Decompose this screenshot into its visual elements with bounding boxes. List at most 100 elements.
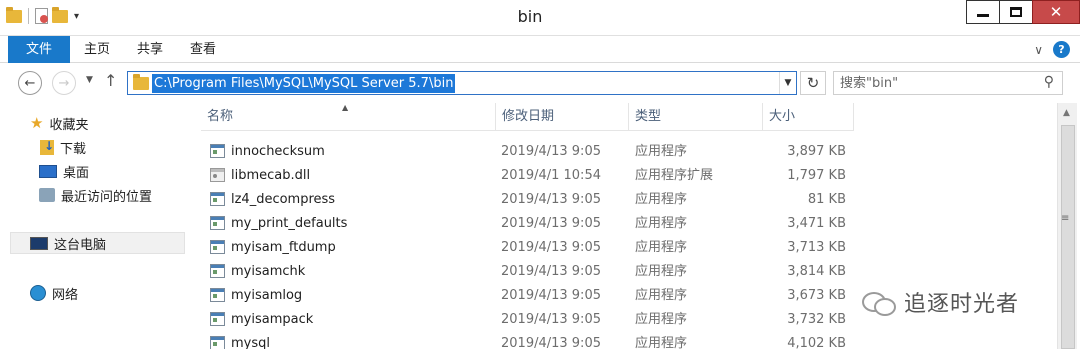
file-row[interactable]: mysql 2019/4/13 9:05 应用程序 4,102 KB: [187, 332, 1057, 349]
minimize-button[interactable]: [966, 0, 1000, 24]
file-size: 3,897 KB: [787, 144, 846, 159]
application-icon: [210, 144, 225, 158]
file-size: 81 KB: [807, 192, 846, 207]
file-size: 1,797 KB: [787, 168, 846, 183]
maximize-icon: [1010, 7, 1022, 17]
search-box[interactable]: ⚲: [833, 71, 1063, 95]
watermark: 追逐时光者: [862, 286, 1019, 318]
sidebar-item-downloads[interactable]: 下载: [40, 136, 86, 158]
file-type: 应用程序: [635, 312, 688, 327]
file-name: myisam_ftdump: [231, 240, 336, 255]
back-button[interactable]: ←: [18, 71, 42, 95]
refresh-button[interactable]: ↻: [800, 71, 826, 95]
column-header-date[interactable]: 修改日期: [496, 103, 629, 131]
star-icon: ★: [30, 113, 44, 132]
search-icon[interactable]: ⚲: [1044, 74, 1054, 90]
close-icon: ✕: [1049, 2, 1063, 21]
tab-view[interactable]: 查看: [190, 36, 216, 63]
file-name: libmecab.dll: [231, 168, 311, 183]
sidebar-item-desktop[interactable]: 桌面: [39, 160, 89, 182]
download-icon: [40, 139, 54, 155]
file-date: 2019/4/1 10:54: [501, 168, 601, 183]
file-size: 3,814 KB: [787, 264, 846, 279]
column-header-size[interactable]: 大小: [763, 103, 854, 131]
scroll-up-icon[interactable]: ▲: [1063, 108, 1070, 118]
help-icon[interactable]: ?: [1053, 41, 1070, 58]
address-bar[interactable]: C:\Program Files\MySQL\MySQL Server 5.7\…: [127, 71, 797, 95]
file-size: 3,713 KB: [787, 240, 846, 255]
file-type: 应用程序: [635, 264, 688, 279]
computer-icon: [30, 236, 48, 250]
file-name: myisamlog: [231, 288, 303, 303]
file-row[interactable]: lz4_decompress 2019/4/13 9:05 应用程序 81 KB: [187, 188, 1057, 212]
sidebar-item-label: 桌面: [63, 165, 90, 181]
file-date: 2019/4/13 9:05: [501, 192, 601, 207]
application-icon: [210, 240, 225, 254]
file-size: 3,732 KB: [787, 312, 846, 327]
file-row[interactable]: libmecab.dll 2019/4/1 10:54 应用程序扩展 1,797…: [187, 164, 1057, 188]
vertical-scrollbar[interactable]: ▲ ≡: [1057, 103, 1077, 349]
file-name: innochecksum: [231, 144, 325, 159]
file-type: 应用程序: [635, 192, 688, 207]
search-input[interactable]: [840, 75, 1035, 91]
sidebar-item-network[interactable]: 网络: [30, 282, 78, 304]
application-icon: [210, 336, 225, 349]
sidebar-item-label: 网络: [52, 287, 79, 303]
application-icon: [210, 312, 225, 326]
application-icon: [210, 264, 225, 278]
recent-places-icon: [39, 188, 55, 202]
application-icon: [210, 216, 225, 230]
column-header-name[interactable]: 名称: [201, 103, 496, 131]
title-bar: ▾ bin ✕: [0, 0, 1080, 36]
tab-share[interactable]: 共享: [137, 36, 163, 63]
file-type: 应用程序: [635, 288, 688, 303]
sidebar-item-label: 最近访问的位置: [61, 189, 153, 205]
file-type: 应用程序扩展: [635, 168, 714, 183]
scrollbar-grip-icon: ≡: [1061, 213, 1070, 224]
sidebar-item-label: 下载: [60, 141, 87, 157]
maximize-button[interactable]: [999, 0, 1033, 24]
up-arrow-icon[interactable]: ↑: [104, 71, 117, 90]
sidebar-item-this-pc[interactable]: 这台电脑: [10, 232, 185, 254]
folder-icon: [133, 74, 149, 90]
file-name: myisampack: [231, 312, 314, 327]
address-dropdown-icon[interactable]: ▼: [779, 72, 796, 94]
navigation-bar: ← → ▼ ↑ C:\Program Files\MySQL\MySQL Ser…: [0, 63, 1080, 103]
desktop-icon: [39, 164, 57, 178]
ribbon-tabs: 文件 主页 共享 查看 ∨ ?: [0, 36, 1080, 63]
file-size: 3,673 KB: [787, 288, 846, 303]
file-name: my_print_defaults: [231, 216, 348, 231]
chevron-down-icon[interactable]: ∨: [1034, 43, 1043, 57]
navigation-pane: ★ 收藏夹 下载 桌面 最近访问的位置 这台电脑 网络: [0, 103, 186, 349]
tab-file[interactable]: 文件: [8, 36, 70, 63]
recent-locations-icon[interactable]: ▼: [86, 75, 93, 85]
sidebar-item-recent[interactable]: 最近访问的位置: [39, 184, 152, 206]
column-header-type[interactable]: 类型: [629, 103, 763, 131]
tab-home[interactable]: 主页: [84, 36, 110, 63]
scrollbar-thumb[interactable]: [1061, 125, 1075, 349]
file-row[interactable]: innochecksum 2019/4/13 9:05 应用程序 3,897 K…: [187, 140, 1057, 164]
file-row[interactable]: myisamchk 2019/4/13 9:05 应用程序 3,814 KB: [187, 260, 1057, 284]
forward-button[interactable]: →: [52, 71, 76, 95]
wechat-icon: [862, 290, 896, 316]
window-controls: ✕: [966, 0, 1080, 24]
file-date: 2019/4/13 9:05: [501, 336, 601, 349]
file-row[interactable]: my_print_defaults 2019/4/13 9:05 应用程序 3,…: [187, 212, 1057, 236]
ribbon-right: ∨ ?: [1034, 41, 1070, 58]
sidebar-item-label: 收藏夹: [49, 117, 89, 133]
network-icon: [30, 285, 46, 301]
window-title: bin: [517, 7, 543, 26]
minimize-icon: [977, 13, 989, 17]
file-row[interactable]: myisam_ftdump 2019/4/13 9:05 应用程序 3,713 …: [187, 236, 1057, 260]
file-type: 应用程序: [635, 336, 688, 349]
address-path[interactable]: C:\Program Files\MySQL\MySQL Server 5.7\…: [152, 74, 456, 93]
sidebar-item-favorites[interactable]: ★ 收藏夹: [30, 112, 88, 134]
close-button[interactable]: ✕: [1032, 0, 1080, 24]
file-name: lz4_decompress: [231, 192, 336, 207]
file-date: 2019/4/13 9:05: [501, 144, 601, 159]
dll-file-icon: [210, 168, 225, 182]
file-type: 应用程序: [635, 144, 688, 159]
file-date: 2019/4/13 9:05: [501, 216, 601, 231]
file-date: 2019/4/13 9:05: [501, 240, 601, 255]
file-size: 3,471 KB: [787, 216, 846, 231]
